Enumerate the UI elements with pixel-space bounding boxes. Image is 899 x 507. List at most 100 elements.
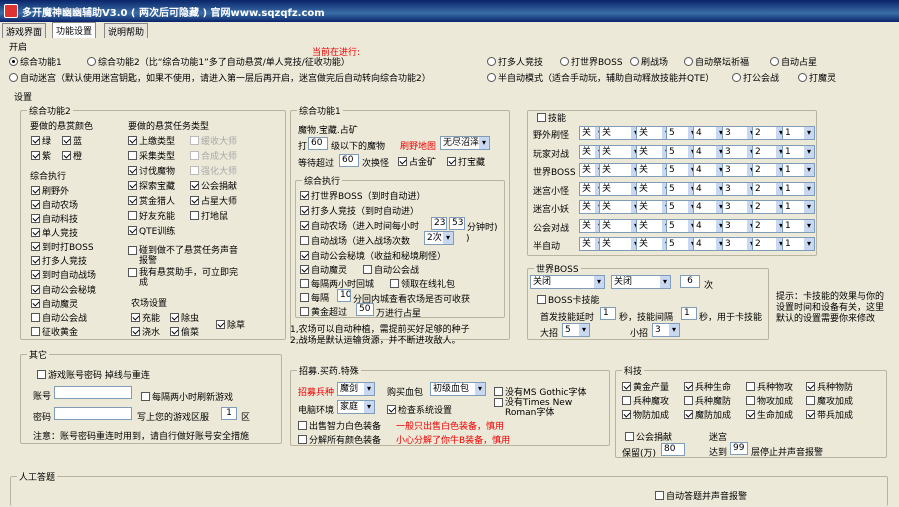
gold-threshold-input[interactable]: 50 <box>356 303 374 316</box>
f1-multi-pvp-checkbox[interactable]: 打多人竞技（到时自动进） <box>300 204 419 217</box>
no-tnr-checkbox[interactable]: 没有Times New Roman字体 <box>494 398 606 418</box>
tech-checkbox[interactable]: 兵种物防 <box>806 380 853 393</box>
color-blue-checkbox[interactable]: 蓝 <box>62 134 82 147</box>
f1-guild-war-checkbox[interactable]: 自动公会战 <box>363 263 419 276</box>
buy-potion-select[interactable]: 初级血包 <box>430 382 486 396</box>
type-submit-checkbox[interactable]: 上缴类型 <box>128 134 175 147</box>
skill-enable-checkbox[interactable]: 技能 <box>535 111 569 124</box>
sell-white-checkbox[interactable]: 出售智力白色装备 <box>298 419 381 432</box>
f1-guild-realm-checkbox[interactable]: 自动公会秘境（收益和秘境刷怪） <box>300 249 446 262</box>
type-gather-checkbox[interactable]: 采集类型 <box>128 149 175 162</box>
exec-guild-war-checkbox[interactable]: 自动公会战 <box>31 311 87 324</box>
exec-gold-checkbox[interactable]: 征收黄金 <box>31 325 78 338</box>
check-system-checkbox[interactable]: 检查系统设置 <box>387 403 452 416</box>
gold-mine-checkbox[interactable]: 占金矿 <box>398 155 436 168</box>
exec-multi-pvp-checkbox[interactable]: 打多人竞技 <box>31 254 87 267</box>
radio-world-boss[interactable]: 打世界BOSS <box>560 55 623 68</box>
exec-demon-checkbox[interactable]: 自动魔灵 <box>31 297 78 310</box>
no-msgothic-checkbox[interactable]: 没有MS Gothic字体 <box>494 385 587 398</box>
skill-slot-select[interactable]: 1 <box>782 163 815 177</box>
wait-count-input[interactable]: 60 <box>339 154 359 167</box>
farm-water-checkbox[interactable]: 浇水 <box>131 325 160 338</box>
bounty-alarm-checkbox[interactable]: 碰到做不了悬赏任务声音报警 <box>128 246 238 266</box>
type-guild-donate-checkbox[interactable]: 公会捐献 <box>190 179 237 192</box>
skill-slot-select[interactable]: 1 <box>782 237 815 251</box>
radio-demon-spirit[interactable]: 打魔灵 <box>798 71 836 84</box>
radio-semi-auto[interactable]: 半自动模式（适合手动玩，辅助自动释放技能并QTE） <box>487 71 714 84</box>
field-map-select[interactable]: 无尽沼泽 <box>440 136 490 150</box>
radio-maze[interactable]: 自动迷宫（默认使用迷宫钥匙，如果不使用，请进入第一层后再开启，迷宫做完后自动转向… <box>9 71 431 84</box>
tech-checkbox[interactable]: 兵种物攻 <box>746 380 793 393</box>
tab-function-settings[interactable]: 功能设置 <box>52 22 97 38</box>
farm-minute1-input[interactable]: 23 <box>431 217 447 230</box>
first-skill-delay-input[interactable]: 1 <box>600 307 616 320</box>
farm-weed-checkbox[interactable]: 除草 <box>216 318 245 331</box>
f1-farm-checkbox[interactable]: 自动农场（进入时间每小时 <box>300 219 419 232</box>
f1-online-gift-checkbox[interactable]: 领取在线礼包 <box>390 277 455 290</box>
skill-slot-select[interactable]: 1 <box>782 218 815 233</box>
wb-mode1-select[interactable]: 关闭 <box>530 275 605 289</box>
decompose-checkbox[interactable]: 分解所有颜色装备 <box>298 433 381 446</box>
tech-checkbox[interactable]: 兵种魔防 <box>684 394 731 407</box>
account-input[interactable] <box>54 386 132 399</box>
tech-checkbox[interactable]: 带兵加成 <box>806 408 853 421</box>
exec-guild-realm-checkbox[interactable]: 自动公会秘境 <box>31 283 96 296</box>
small-skill-select[interactable]: 3 <box>652 323 680 337</box>
tech-checkbox[interactable]: 魔防加成 <box>684 408 731 421</box>
environment-select[interactable]: 家庭 <box>337 400 375 414</box>
refresh-game-checkbox[interactable]: 每隔两小时刷新游戏 <box>141 390 233 403</box>
tech-checkbox[interactable]: 物攻加成 <box>746 394 793 407</box>
tab-help[interactable]: 说明帮助 <box>104 23 149 38</box>
tech-checkbox[interactable]: 生命加成 <box>746 408 793 421</box>
type-friend-charge-checkbox[interactable]: 好友充能 <box>128 209 175 222</box>
f1-world-boss-checkbox[interactable]: 打世界BOSS（到时自动进） <box>300 189 426 202</box>
wb-mode2-select[interactable]: 关闭 <box>611 275 671 289</box>
maze-floor-input[interactable]: 99 <box>730 442 748 455</box>
skill-gap-input[interactable]: 1 <box>681 307 697 320</box>
exec-tech-checkbox[interactable]: 自动科技 <box>31 212 78 225</box>
radio-function1[interactable]: 综合功能1 <box>9 55 62 68</box>
type-astro-master-checkbox[interactable]: 占星大师 <box>190 194 237 207</box>
skill-slot-select[interactable]: 1 <box>782 126 815 140</box>
radio-function2[interactable]: 综合功能2（比“综合功能1”多了自动悬赏/单人竞技/征收功能） <box>87 55 350 68</box>
recruit-select[interactable]: 魔剑 <box>337 382 375 396</box>
monster-level-input[interactable]: 60 <box>308 137 328 150</box>
color-orange-checkbox[interactable]: 橙 <box>62 149 82 162</box>
relog-checkbox[interactable]: 游戏账号密码 掉线与重连 <box>37 368 150 381</box>
exec-field-checkbox[interactable]: 刷野外 <box>31 184 69 197</box>
radio-battlefield[interactable]: 刷战场 <box>630 55 668 68</box>
exec-battlefield-checkbox[interactable]: 到时自动战场 <box>31 268 96 281</box>
f1-demon-checkbox[interactable]: 自动魔灵 <box>300 263 347 276</box>
tech-checkbox[interactable]: 兵种生命 <box>684 380 731 393</box>
f1-gold-astro-checkbox[interactable]: 黄金超过 <box>300 305 347 318</box>
tech-checkbox[interactable]: 魔攻加成 <box>806 394 853 407</box>
f1-every-checkbox[interactable]: 每隔 <box>300 291 329 304</box>
guild-donate-checkbox[interactable]: 公会捐献 <box>625 430 672 443</box>
exec-farm-checkbox[interactable]: 自动农场 <box>31 198 78 211</box>
every-minutes-input[interactable]: 10 <box>337 289 351 302</box>
farm-charge-checkbox[interactable]: 充能 <box>131 311 160 324</box>
radio-guild-war[interactable]: 打公会战 <box>732 71 779 84</box>
type-bounty-hunter-checkbox[interactable]: 赏金猎人 <box>128 194 175 207</box>
farm-steal-checkbox[interactable]: 偷菜 <box>170 325 199 338</box>
keep-input[interactable]: 80 <box>661 443 685 456</box>
tech-checkbox[interactable]: 物防加成 <box>622 408 669 421</box>
radio-altar[interactable]: 自动祭坛祈福 <box>684 55 749 68</box>
tab-game-view[interactable]: 游戏界面 <box>2 23 47 38</box>
type-treasure-checkbox[interactable]: 探索宝藏 <box>128 179 175 192</box>
skill-slot-select[interactable]: 1 <box>782 200 815 214</box>
radio-astrology[interactable]: 自动占星 <box>770 55 817 68</box>
farm-minute2-input[interactable]: 53 <box>449 217 465 230</box>
exec-single-pvp-checkbox[interactable]: 单人竞技 <box>31 226 78 239</box>
server-input[interactable]: 1 <box>221 407 237 420</box>
farm-debug-checkbox[interactable]: 除虫 <box>170 311 199 324</box>
type-whack-mole-checkbox[interactable]: 打地鼠 <box>190 209 228 222</box>
color-green-checkbox[interactable]: 绿 <box>31 134 51 147</box>
tech-checkbox[interactable]: 兵种魔攻 <box>622 394 669 407</box>
radio-multi-pvp[interactable]: 打多人竞技 <box>487 55 543 68</box>
big-skill-select[interactable]: 5 <box>562 323 590 337</box>
treasure-checkbox[interactable]: 打宝藏 <box>447 155 485 168</box>
boss-skill-checkbox[interactable]: BOSS卡技能 <box>537 293 600 306</box>
tech-checkbox[interactable]: 黄金产量 <box>622 380 669 393</box>
type-hunt-checkbox[interactable]: 讨伐魔物 <box>128 164 175 177</box>
